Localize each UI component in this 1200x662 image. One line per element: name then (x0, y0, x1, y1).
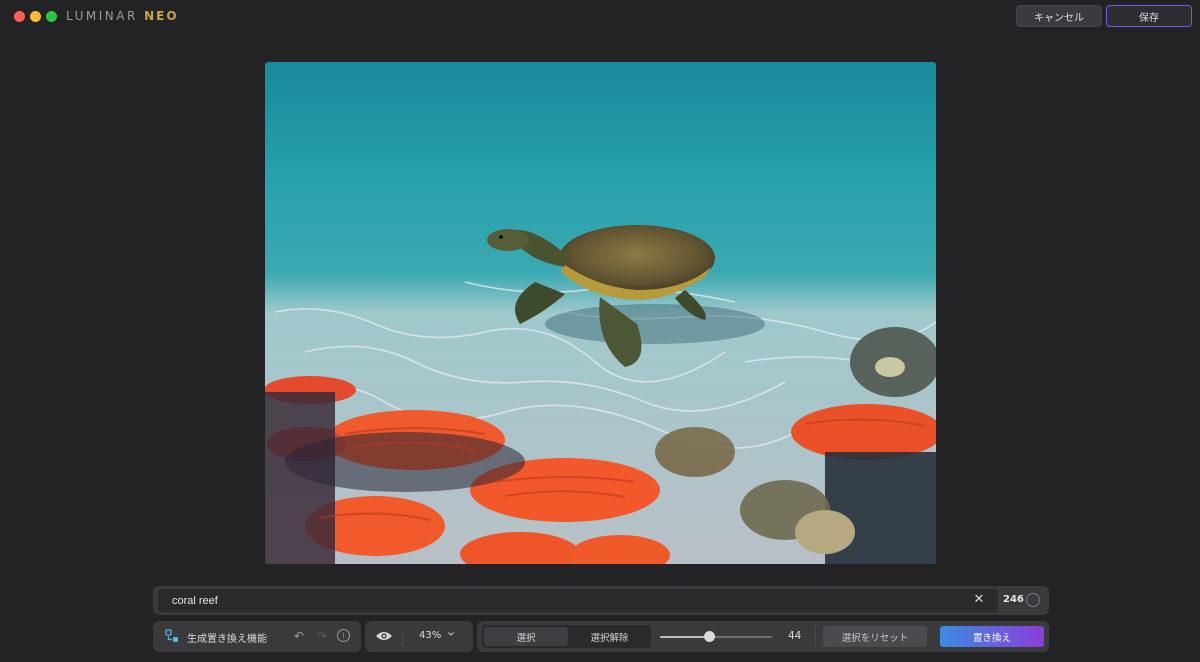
cancel-button[interactable]: キャンセル (1016, 5, 1102, 27)
undo-icon[interactable]: ↶ (292, 629, 306, 643)
reset-selection-button[interactable]: 選択をリセット (823, 626, 927, 647)
brush-size-value: 44 (788, 630, 802, 642)
prompt-input[interactable] (158, 589, 998, 612)
info-icon[interactable]: i (337, 629, 351, 643)
zoom-level[interactable]: 43% (419, 630, 441, 641)
brush-size-slider[interactable] (660, 631, 772, 642)
edited-photo (265, 62, 936, 564)
logo-main-text: LUMINAR (66, 9, 138, 23)
minimize-window-button[interactable] (30, 11, 41, 22)
clear-prompt-icon[interactable]: ✕ (971, 592, 987, 608)
selection-mode-toggle: 選択 選択解除 (482, 625, 651, 648)
preview-eye-icon[interactable] (375, 630, 393, 642)
title-bar: LUMINAR NEO キャンセル 保存 (0, 0, 1200, 32)
prompt-bar: ✕ 246 (153, 586, 1049, 615)
selection-panel: 選択 選択解除 44 選択をリセット 置き換え (477, 621, 1049, 652)
save-button[interactable]: 保存 (1106, 5, 1192, 27)
generative-replace-icon (165, 629, 178, 642)
replace-button[interactable]: 置き換え (940, 626, 1044, 647)
slider-fill (660, 636, 710, 638)
close-window-button[interactable] (14, 11, 25, 22)
logo-accent-text: NEO (144, 9, 179, 23)
deselect-mode-button[interactable]: 選択解除 (568, 625, 651, 648)
progress-ring-icon (1026, 593, 1040, 607)
view-panel: 43% (365, 621, 473, 652)
select-mode-button[interactable]: 選択 (484, 627, 568, 646)
zoom-window-button[interactable] (46, 11, 57, 22)
slider-thumb[interactable] (704, 631, 716, 642)
credit-count: 246 (1003, 594, 1024, 605)
panel-divider (815, 627, 816, 646)
feature-panel: 生成置き換え機能 ↶ ↷ i (153, 621, 361, 652)
panel-divider (402, 627, 403, 646)
app-logo: LUMINAR NEO (66, 9, 179, 23)
chevron-down-icon[interactable] (447, 630, 455, 638)
feature-label: 生成置き換え機能 (187, 634, 267, 645)
image-canvas[interactable] (265, 62, 936, 564)
redo-icon[interactable]: ↷ (315, 629, 329, 643)
